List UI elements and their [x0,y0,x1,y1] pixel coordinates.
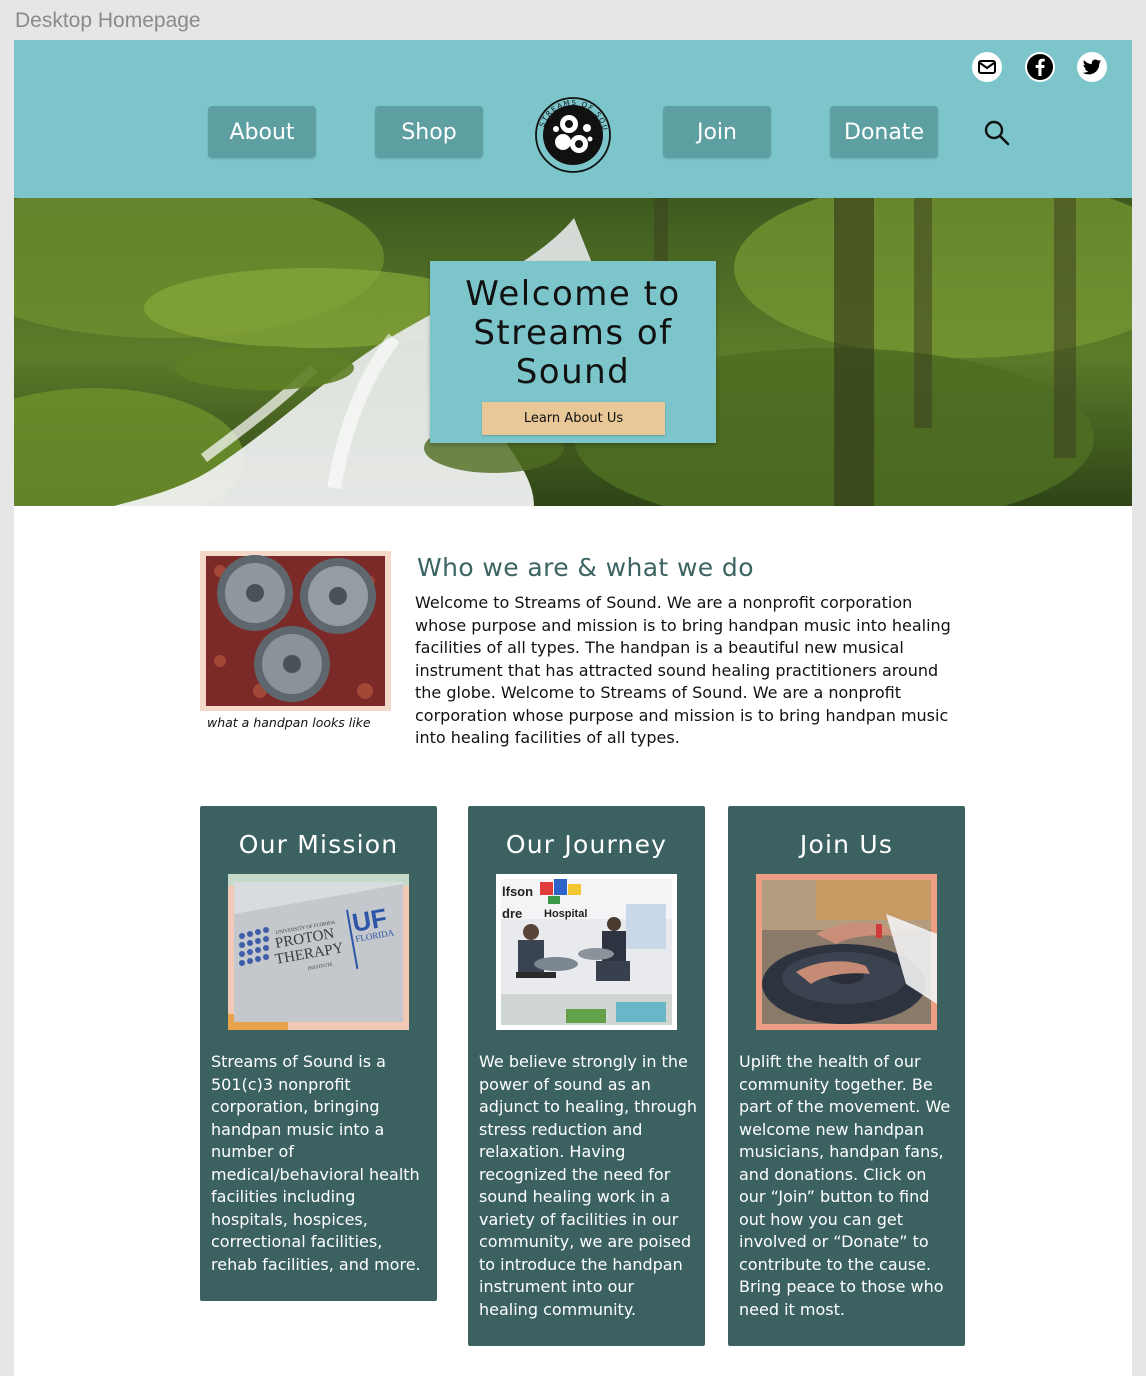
twitter-icon[interactable] [1077,52,1107,82]
handpan-caption: what a handpan looks like [207,715,371,730]
journey-sign-text-1: lfson [502,884,533,899]
journey-card: Our Journey lfson dre Hospital We believ… [468,806,705,1346]
join-card-body: Uplift the health of our community toget… [739,1052,951,1319]
nav-shop-button[interactable]: Shop [375,106,483,158]
site-header: About Shop STREAMS OF SOUND Join Donate [14,40,1132,198]
join-card-title: Join Us [799,830,894,859]
handpan-photo [200,551,391,711]
mission-card-title: Our Mission [238,830,399,859]
join-card: Join Us Uplift the health of our communi… [728,806,965,1346]
journey-card-body: We believe strongly in the power of soun… [479,1052,698,1319]
journey-sign-text-3: Hospital [544,908,587,920]
streams-of-sound-logo[interactable]: STREAMS OF SOUND [530,89,613,175]
journey-sign-text-2: dre [502,906,522,921]
about-heading: Who we are & what we do [417,553,754,582]
hands-on-handpan-photo [756,874,937,1030]
journey-card-title: Our Journey [505,830,668,859]
mission-card-body: Streams of Sound is a 501(c)3 nonprofit … [211,1052,421,1274]
homepage: About Shop STREAMS OF SOUND Join Donate [14,40,1132,1376]
search-icon[interactable] [982,118,1012,148]
proton-therapy-photo: UNIVERSITY OF FLORIDA PROTON THERAPY INS… [228,874,409,1030]
facebook-icon[interactable] [1025,52,1055,82]
hero-banner: Welcome to Streams of Sound Learn About … [14,198,1132,506]
about-body: Welcome to Streams of Sound. We are a no… [415,593,951,747]
hero-title: Welcome to Streams of Sound [465,274,681,392]
mail-icon[interactable] [972,52,1002,82]
frame-label: Desktop Homepage [15,9,201,32]
mission-card: Our Mission UNIVERSITY OF FLORIDA PROTON… [200,806,437,1301]
nav-join-button[interactable]: Join [663,106,771,158]
learn-about-us-button[interactable]: Learn About Us [482,402,665,435]
nav-donate-button[interactable]: Donate [830,106,938,158]
nav-about-button[interactable]: About [208,106,316,158]
hospital-players-photo: lfson dre Hospital [493,871,680,1033]
hero-welcome-card: Welcome to Streams of Sound Learn About … [430,261,716,443]
